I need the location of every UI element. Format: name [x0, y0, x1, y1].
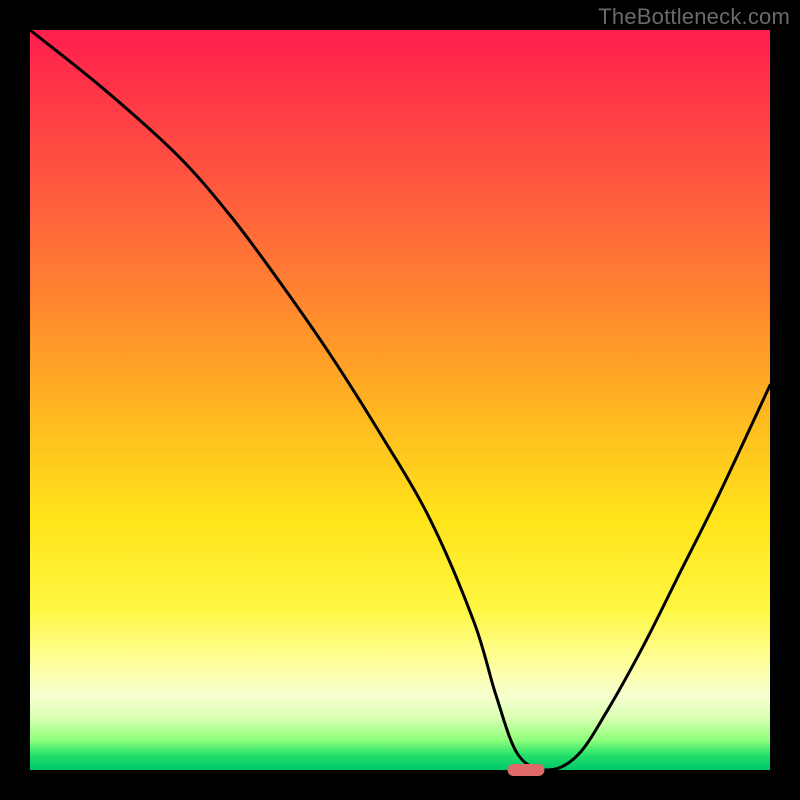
- bottleneck-curve: [30, 30, 770, 770]
- plot-area: [30, 30, 770, 770]
- chart-frame: TheBottleneck.com: [0, 0, 800, 800]
- optimal-marker: [507, 764, 544, 776]
- watermark-text: TheBottleneck.com: [598, 4, 790, 30]
